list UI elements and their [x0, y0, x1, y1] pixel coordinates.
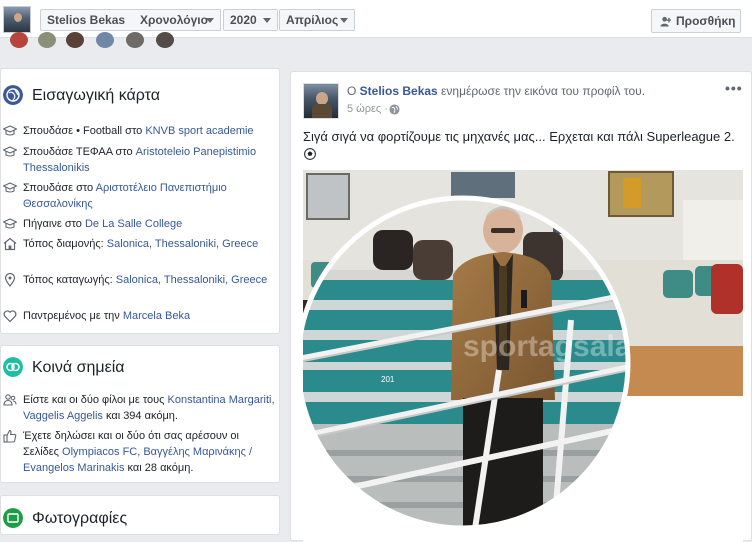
- intro-item-link[interactable]: De La Salle College: [85, 218, 182, 230]
- common-item-suffix: και 394 ακόμη.: [102, 410, 178, 422]
- friends-icon: [3, 394, 17, 406]
- home-icon: [3, 237, 17, 251]
- chevron-down-icon: [263, 18, 271, 23]
- add-friend-icon: [660, 16, 671, 27]
- post-prefix: Ο: [347, 84, 360, 98]
- chevron-down-icon: [206, 18, 214, 23]
- profile-top-bar: Stelios Bekas Χρονολόγιο 2020 Απρίλιος Π…: [0, 0, 752, 38]
- friend-avatar[interactable]: [156, 32, 174, 48]
- photos-icon: [3, 508, 23, 528]
- intro-item-text: Τόπος διαμονής:: [23, 238, 107, 250]
- photos-title[interactable]: Φωτογραφίες: [32, 510, 127, 528]
- post-author-link[interactable]: Stelios Bekas: [360, 84, 438, 98]
- intro-title: Εισαγωγική κάρτα: [32, 87, 161, 104]
- intro-item-text: Πήγαινε στο: [23, 218, 85, 230]
- graduation-cap-icon: [3, 182, 17, 193]
- profile-picture-post: Ο Stelios Bekas ενημέρωσε την εικόνα του…: [290, 71, 752, 542]
- timeline-dropdown[interactable]: Χρονολόγιο: [134, 9, 221, 31]
- graduation-cap-icon: [3, 125, 17, 136]
- friends-strip: [0, 32, 752, 49]
- stadium-photo: 201 sportagsalan.gr: [303, 170, 743, 542]
- month-dropdown[interactable]: Απρίλιος: [279, 9, 355, 31]
- photos-card: Φωτογραφίες: [0, 495, 280, 535]
- post-time[interactable]: 5 ώρες ·: [347, 103, 388, 115]
- year-label: 2020: [230, 13, 257, 27]
- profile-thumbnail[interactable]: [3, 6, 31, 33]
- common-title: Κοινά σημεία: [32, 359, 125, 376]
- friend-avatar[interactable]: [10, 32, 28, 48]
- intro-item-text: Σπουδάσε • Football στο: [23, 125, 146, 137]
- intro-item-text: Παντρεμένος με την: [23, 310, 123, 322]
- post-meta: 5 ώρες ·: [347, 103, 400, 115]
- intro-card: Εισαγωγική κάρτα Σπουδάσε • Football στο…: [0, 68, 280, 334]
- profile-picture-image[interactable]: 201 sportagsalan.gr: [303, 170, 743, 542]
- graduation-cap-icon: [3, 218, 17, 229]
- friend-avatar[interactable]: [126, 32, 144, 48]
- intro-item-link[interactable]: Salonica, Thessaloniki, Greece: [116, 274, 267, 286]
- location-pin-icon: [4, 273, 16, 287]
- year-dropdown[interactable]: 2020: [223, 9, 278, 31]
- intro-item-text: Σπουδάσε ΤΕΦΑΑ στο: [23, 146, 136, 158]
- intro-item-text: Σπουδάσε στο: [23, 182, 96, 194]
- profile-name-label: Stelios Bekas: [47, 13, 126, 27]
- add-friend-label: Προσθήκη: [676, 14, 736, 28]
- public-globe-icon[interactable]: [389, 104, 400, 115]
- intro-item-link[interactable]: Salonica, Thessaloniki, Greece: [107, 238, 258, 250]
- heart-icon: [3, 310, 17, 323]
- post-action: ενημέρωσε την εικόνα του προφίλ του.: [437, 84, 646, 98]
- intro-item-text: Τόπος καταγωγής:: [23, 274, 116, 286]
- common-item-text: Είστε και οι δύο φίλοι με τους: [23, 394, 168, 406]
- globe-icon: [3, 85, 23, 105]
- post-header: Ο Stelios Bekas ενημέρωσε την εικόνα του…: [347, 84, 645, 98]
- graduation-cap-icon: [3, 146, 17, 157]
- soccer-ball-icon: [304, 148, 316, 160]
- friend-avatar[interactable]: [38, 32, 56, 48]
- timeline-label: Χρονολόγιο: [140, 13, 208, 27]
- seat-number: 201: [381, 375, 395, 384]
- common-item-suffix: και 28 ακόμη.: [124, 462, 194, 474]
- like-icon: [3, 429, 17, 443]
- common-points-icon: [3, 357, 23, 377]
- post-author-avatar[interactable]: [303, 83, 339, 119]
- add-friend-button[interactable]: Προσθήκη: [651, 9, 741, 33]
- common-card: Κοινά σημεία Είστε και οι δύο φίλοι με τ…: [0, 345, 280, 483]
- friend-avatar[interactable]: [66, 32, 84, 48]
- post-text: Σιγά σιγά να φορτίζουμε τις μηχανές μας.…: [303, 129, 735, 144]
- post-options-icon[interactable]: •••: [725, 80, 743, 96]
- month-label: Απρίλιος: [286, 13, 339, 27]
- friend-avatar[interactable]: [96, 32, 114, 48]
- intro-item-link[interactable]: Marcela Beka: [123, 310, 190, 322]
- chevron-down-icon: [340, 18, 348, 23]
- intro-item-link[interactable]: KNVB sport academie: [145, 125, 253, 137]
